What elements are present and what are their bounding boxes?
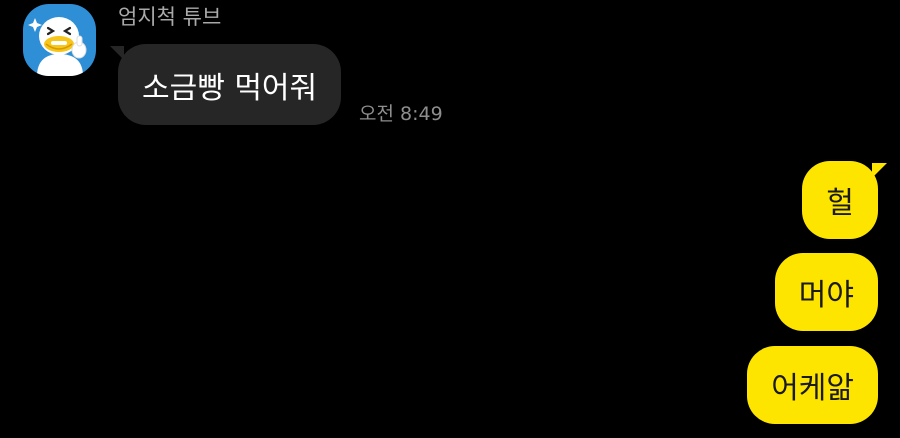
- incoming-message-text: 소금빵 먹어줘: [142, 70, 318, 106]
- sender-name: 엄지척 튜브: [118, 5, 222, 29]
- outgoing-message-bubble[interactable]: 어케앎: [747, 346, 878, 424]
- bubble-tail: [872, 163, 887, 178]
- bubble-tail: [110, 46, 124, 60]
- outgoing-message-bubble[interactable]: 헐: [802, 161, 887, 239]
- incoming-message-bubble[interactable]: 소금빵 먹어줘: [110, 44, 342, 125]
- outgoing-message-text: 헐: [826, 186, 854, 221]
- outgoing-message-text: 어케앎: [771, 371, 854, 406]
- sender-avatar-icon[interactable]: [23, 4, 96, 76]
- chat-conversation: 엄지척 튜브 소금빵 먹어줘 오전 8:49 헐 머야 어케앎: [0, 0, 900, 438]
- outgoing-message-bubble[interactable]: 머야: [774, 253, 878, 331]
- duck-character-avatar-icon: [28, 17, 87, 76]
- outgoing-message-text: 머야: [798, 278, 854, 313]
- message-timestamp: 오전 8:49: [359, 103, 443, 125]
